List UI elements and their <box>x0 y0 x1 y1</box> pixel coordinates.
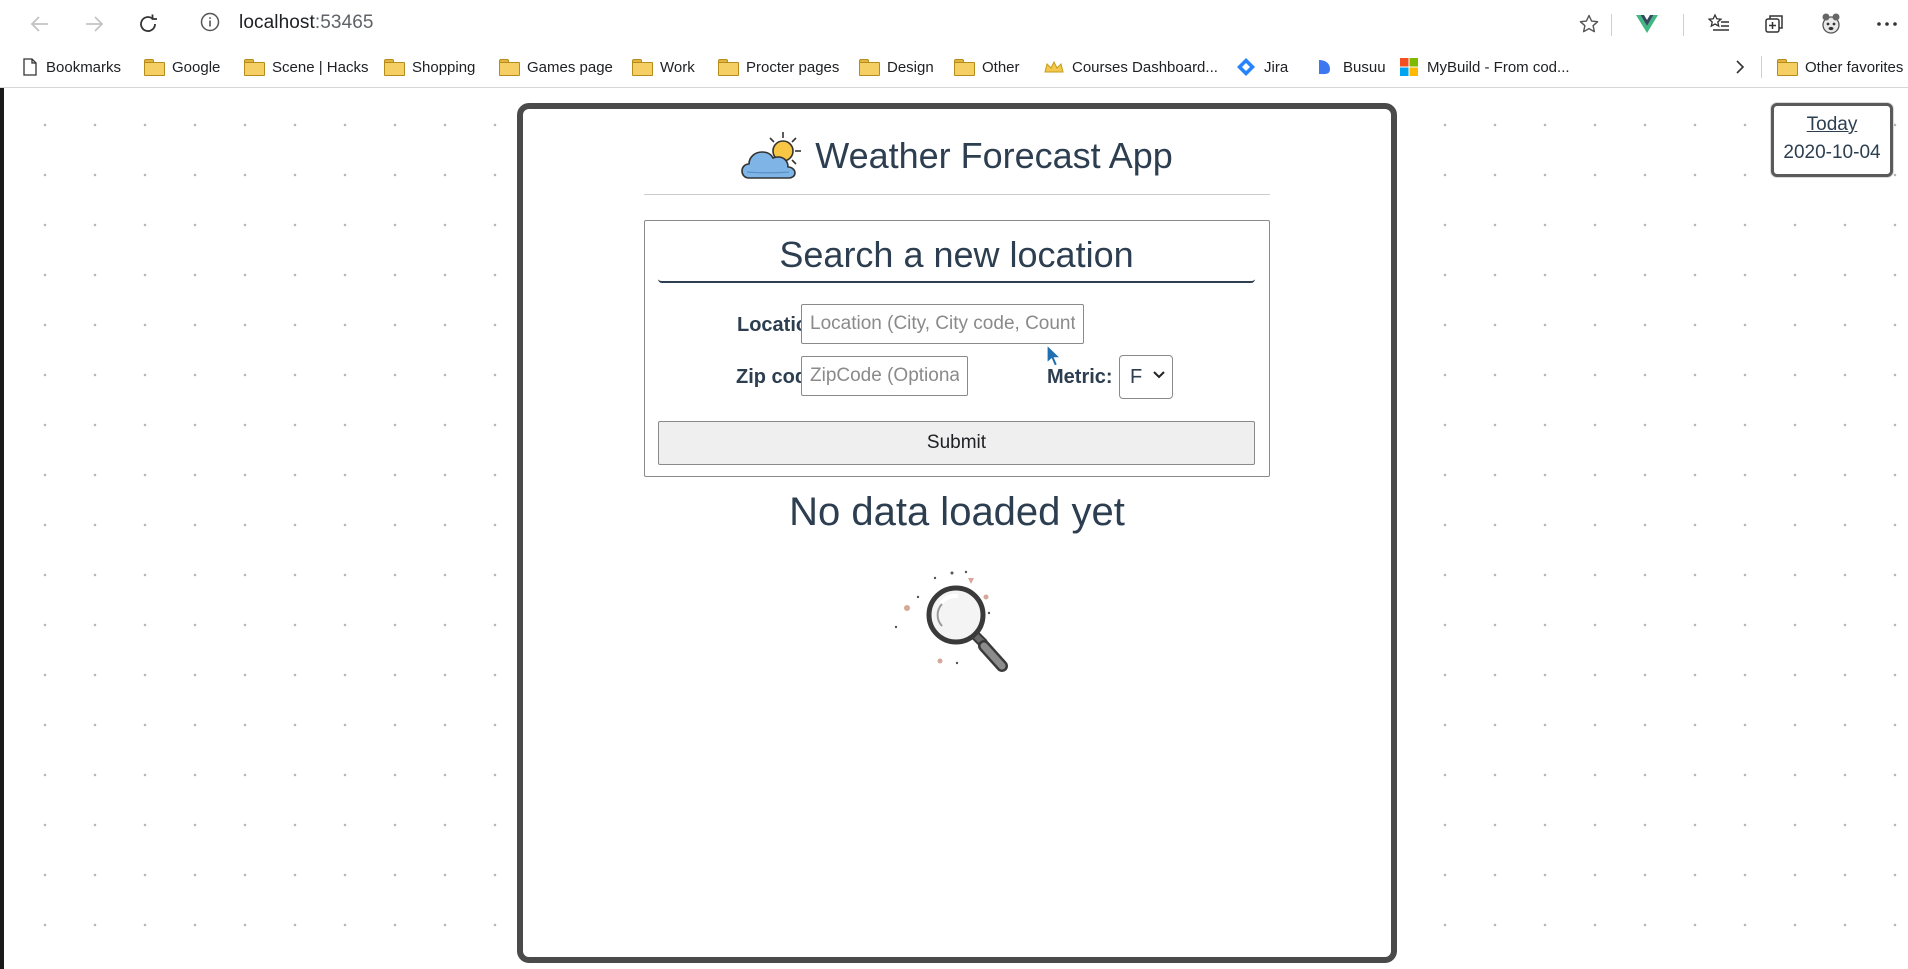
other-favorites-label: Other favorites <box>1805 58 1904 76</box>
favorites-list-icon <box>1707 13 1729 31</box>
refresh-button[interactable] <box>132 8 164 40</box>
mouse-cursor-icon <box>1046 344 1062 367</box>
profile-avatar-icon <box>1822 13 1840 34</box>
bookmark-item[interactable]: Design <box>859 55 934 79</box>
bookmark-label: Busuu <box>1343 58 1386 76</box>
bookmark-label: Jira <box>1264 58 1289 76</box>
metric-select[interactable]: F <box>1119 355 1173 399</box>
bookmark-item[interactable]: Jira <box>1236 55 1288 79</box>
bookmarks-bar: Bookmarks Google Scene | Hacks Shopping … <box>0 47 1908 88</box>
folder-icon <box>1777 59 1798 76</box>
collections-button[interactable] <box>1760 10 1788 38</box>
vue-icon <box>1636 15 1658 33</box>
back-button[interactable] <box>24 8 56 40</box>
browser-toolbar: localhost:53465 <box>0 0 1908 47</box>
forward-arrow-icon <box>86 16 104 32</box>
bookmark-item[interactable]: MyBuild - From cod... <box>1399 55 1570 79</box>
bookmark-label: Games page <box>527 58 613 76</box>
settings-menu-button[interactable] <box>1873 10 1901 38</box>
empty-state-message: No data loaded yet <box>789 490 1125 534</box>
metric-label: Metric: <box>1047 366 1113 388</box>
toolbar-divider <box>1611 14 1612 36</box>
bookmarks-divider <box>1761 56 1762 78</box>
forward-button[interactable] <box>78 8 110 40</box>
chevron-down-icon <box>1153 371 1165 379</box>
profile-button[interactable] <box>1817 10 1845 38</box>
bookmark-item[interactable]: Work <box>632 55 695 79</box>
toolbar-divider <box>1683 14 1684 36</box>
metric-selected-value: F <box>1130 365 1143 388</box>
folder-icon <box>954 59 975 76</box>
bookmark-label: Google <box>172 58 221 76</box>
submit-button[interactable]: Submit <box>658 421 1255 465</box>
bookmark-item[interactable]: Courses Dashboard... <box>1044 55 1218 79</box>
title-divider <box>644 194 1270 195</box>
search-heading: Search a new location <box>658 233 1255 283</box>
refresh-icon <box>140 14 157 32</box>
folder-icon <box>244 59 265 76</box>
bookmark-item[interactable]: Scene | Hacks <box>244 55 368 79</box>
bookmark-label: Courses Dashboard... <box>1072 58 1218 76</box>
bookmark-item[interactable]: Games page <box>499 55 613 79</box>
favorites-button[interactable] <box>1705 10 1733 38</box>
bookmark-item[interactable]: Other <box>954 55 1020 79</box>
bookmark-label: Other <box>982 58 1020 76</box>
jira-icon <box>1237 58 1255 76</box>
vue-devtools-button[interactable] <box>1633 10 1661 38</box>
microsoft-icon <box>1400 58 1418 76</box>
search-form: Search a new location Location: Zip code… <box>644 220 1270 477</box>
partly-cloudy-icon <box>741 132 802 179</box>
page-icon <box>23 58 37 76</box>
bookmark-item[interactable]: Google <box>144 55 220 79</box>
folder-icon <box>859 59 880 76</box>
weather-app-card: Weather Forecast App Search a new locati… <box>517 103 1397 963</box>
chevron-right-icon <box>1736 60 1745 74</box>
bookmark-label: Shopping <box>412 58 476 76</box>
bookmark-item[interactable]: Procter pages <box>718 55 839 79</box>
other-favorites-item[interactable]: Other favorites <box>1777 55 1903 79</box>
magnifier-search-icon <box>894 570 1008 672</box>
bookmark-item[interactable]: Shopping <box>384 55 475 79</box>
star-icon <box>1579 14 1599 33</box>
crown-icon <box>1044 60 1064 73</box>
location-input[interactable] <box>801 304 1084 344</box>
collections-icon <box>1765 15 1783 33</box>
zip-code-input[interactable] <box>801 356 968 396</box>
favorite-star-button[interactable] <box>1575 10 1603 38</box>
app-title: Weather Forecast App <box>815 135 1173 176</box>
address-host: localhost <box>239 12 315 33</box>
folder-icon <box>632 59 653 76</box>
bookmark-label: Design <box>887 58 934 76</box>
app-header: Weather Forecast App <box>523 127 1391 185</box>
bookmarks-overflow-button[interactable] <box>1734 55 1746 79</box>
today-card: Today 2020-10-04 <box>1771 103 1893 177</box>
today-date: 2020-10-04 <box>1783 142 1881 163</box>
bookmark-label: MyBuild - From cod... <box>1427 58 1570 76</box>
more-dots-icon <box>1877 22 1897 26</box>
folder-icon <box>499 59 520 76</box>
bookmark-item[interactable]: Bookmarks <box>22 55 121 79</box>
folder-icon <box>384 59 405 76</box>
bookmark-label: Work <box>660 58 695 76</box>
bookmark-label: Scene | Hacks <box>272 58 369 76</box>
today-link[interactable]: Today <box>1774 114 1890 136</box>
folder-icon <box>144 59 165 76</box>
bookmark-label: Bookmarks <box>46 58 122 76</box>
folder-icon <box>718 59 739 76</box>
bookmark-label: Procter pages <box>746 58 840 76</box>
back-arrow-icon <box>30 16 48 32</box>
site-info-icon[interactable] <box>199 11 223 35</box>
address-bar[interactable]: localhost:53465 <box>239 12 374 34</box>
bookmark-item[interactable]: Busuu <box>1315 55 1386 79</box>
busuu-icon <box>1319 60 1330 75</box>
address-port: :53465 <box>314 12 374 33</box>
